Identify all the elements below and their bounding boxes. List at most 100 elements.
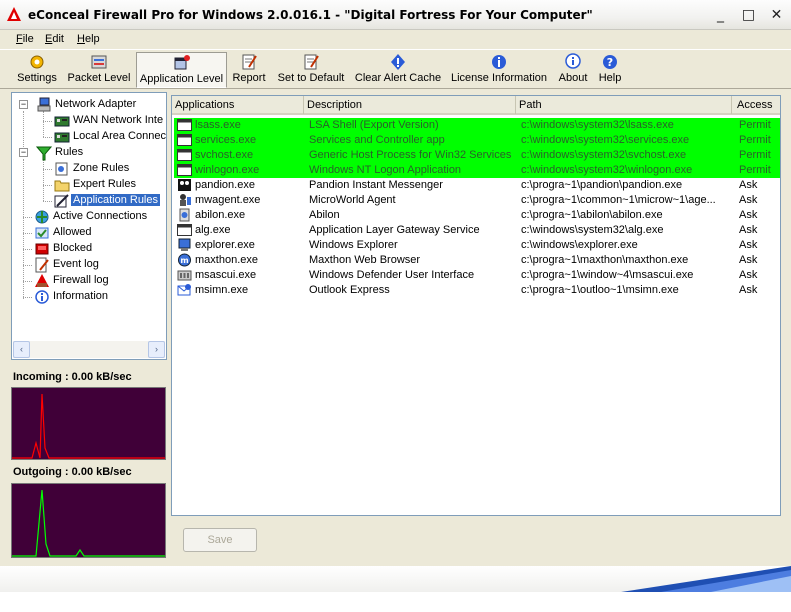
cell-description: Windows Explorer <box>309 239 398 251</box>
menu-file-accel: F <box>16 33 23 45</box>
cell-path: c:\progra~1\abilon\abilon.exe <box>521 209 663 221</box>
cell-path: c:\windows\explorer.exe <box>521 239 638 251</box>
application-level-button[interactable]: Application Level <box>136 52 227 88</box>
cell-path: c:\windows\system32\alg.exe <box>521 224 664 236</box>
list-header: Applications Description Path Access <box>172 96 780 115</box>
app-window-icon <box>177 119 192 131</box>
cell-description: Outlook Express <box>309 284 390 296</box>
outgoing-traffic-graph <box>11 483 166 558</box>
network-card-icon <box>54 132 70 143</box>
tree-firewall-log-label: Firewall log <box>53 274 109 286</box>
table-row[interactable]: services.exe Services and Controller app… <box>174 133 780 148</box>
table-row[interactable]: svchost.exe Generic Host Process for Win… <box>174 148 780 163</box>
table-row[interactable]: msimn.exe Outlook Express c:\progra~1\ou… <box>174 283 780 298</box>
cell-access: Ask <box>739 284 758 296</box>
scroll-left-button[interactable]: ‹ <box>13 341 30 358</box>
outgoing-rate-label: Outgoing : 0.00 kB/sec <box>13 466 132 478</box>
cell-access: Ask <box>739 209 758 221</box>
about-icon <box>565 53 581 69</box>
outgoing-graph-plot <box>12 489 165 557</box>
table-row[interactable]: m maxthon.exe Maxthon Web Browser c:\pro… <box>174 253 780 268</box>
header-description[interactable]: Description <box>304 96 516 114</box>
folder-icon <box>54 180 70 192</box>
incoming-rate-label: Incoming : 0.00 kB/sec <box>13 371 132 383</box>
cell-path: c:\windows\system32\svchost.exe <box>521 149 687 161</box>
settings-label: Settings <box>17 72 57 84</box>
about-button[interactable]: About <box>555 52 591 88</box>
scroll-right-button[interactable]: › <box>148 341 165 358</box>
cell-path: c:\progra~1\window~4\msascui.exe <box>521 269 694 281</box>
menu-file-rest: ile <box>22 33 34 45</box>
maximize-button[interactable]: □ <box>738 5 759 26</box>
cell-access: Ask <box>739 269 758 281</box>
cell-access: Permit <box>739 164 771 176</box>
cell-path: c:\progra~1\outloo~1\msimn.exe <box>521 284 679 296</box>
title-bar[interactable]: eConceal Firewall Pro for Windows 2.0.01… <box>0 0 791 30</box>
header-applications[interactable]: Applications <box>172 96 304 114</box>
menu-file[interactable]: File <box>16 33 34 45</box>
cell-access: Ask <box>739 194 758 206</box>
table-row[interactable]: pandion.exe Pandion Instant Messenger c:… <box>174 178 780 193</box>
table-row[interactable]: msascui.exe Windows Defender User Interf… <box>174 268 780 283</box>
table-row[interactable]: alg.exe Application Layer Gateway Servic… <box>174 223 780 238</box>
cell-access: Ask <box>739 254 758 266</box>
menu-help[interactable]: Help <box>77 33 100 45</box>
network-adapter-expander[interactable]: − <box>19 100 28 109</box>
status-bar <box>0 566 791 612</box>
cell-path: c:\progra~1\pandion\pandion.exe <box>521 179 683 191</box>
header-access[interactable]: Access <box>732 96 780 114</box>
app-window-icon <box>177 224 192 236</box>
cell-description: Maxthon Web Browser <box>309 254 421 266</box>
minimize-button[interactable]: _ <box>710 5 731 26</box>
app-window-icon <box>177 134 192 146</box>
navigation-tree[interactable]: − Network Adapter WAN Network Inte Local… <box>11 92 167 360</box>
rules-expander[interactable]: − <box>19 148 28 157</box>
tree-information-label: Information <box>53 290 109 302</box>
tree-active-connections-label: Active Connections <box>53 210 148 222</box>
cell-path: c:\windows\system32\services.exe <box>521 134 690 146</box>
application-level-label: Application Level <box>139 73 224 85</box>
settings-button[interactable]: Settings <box>10 52 64 88</box>
help-icon: ? <box>603 55 617 69</box>
table-row[interactable]: abilon.exe Abilon c:\progra~1\abilon\abi… <box>174 208 780 223</box>
packet-level-icon <box>91 55 107 69</box>
clear-alert-cache-button[interactable]: Clear Alert Cache <box>353 52 443 88</box>
tree-blocked-label: Blocked <box>53 242 93 254</box>
allowed-icon <box>35 227 49 239</box>
menu-edit[interactable]: Edit <box>45 33 64 45</box>
maxthon-icon: m <box>178 253 191 267</box>
report-button[interactable]: Report <box>229 52 269 88</box>
event-log-icon <box>35 257 49 273</box>
cell-description: Generic Host Process for Win32 Services <box>309 149 512 161</box>
mwagent-icon <box>180 194 191 206</box>
help-button[interactable]: ? Help <box>596 52 624 88</box>
report-icon <box>242 54 257 70</box>
packet-level-button[interactable]: Packet Level <box>64 52 134 88</box>
firewall-window: eConceal Firewall Pro for Windows 2.0.01… <box>0 0 791 612</box>
cell-access: Permit <box>739 149 771 161</box>
close-button[interactable]: ✕ <box>766 5 787 26</box>
window-title: eConceal Firewall Pro for Windows 2.0.01… <box>28 8 593 22</box>
save-button[interactable]: Save <box>183 528 257 552</box>
set-to-default-label: Set to Default <box>277 72 345 84</box>
set-to-default-button[interactable]: Set to Default <box>273 52 349 88</box>
settings-icon <box>30 55 44 69</box>
license-information-button[interactable]: License Information <box>449 52 549 88</box>
table-row[interactable]: winlogon.exe Windows NT Logon Applicatio… <box>174 163 780 178</box>
blocked-icon <box>35 243 49 255</box>
header-path[interactable]: Path <box>516 96 732 114</box>
table-row[interactable]: explorer.exe Windows Explorer c:\windows… <box>174 238 780 253</box>
application-rules-list[interactable]: Applications Description Path Access lsa… <box>171 95 781 516</box>
zone-rules-icon <box>55 162 68 176</box>
incoming-traffic-graph <box>11 387 166 460</box>
tree-lan-label: Local Area Connec <box>73 130 166 142</box>
cell-application: winlogon.exe <box>195 164 260 176</box>
table-row[interactable]: mwagent.exe MicroWorld Agent c:\progra~1… <box>174 193 780 208</box>
table-row[interactable]: lsass.exe LSA Shell (Export Version) c:\… <box>174 118 780 133</box>
tree-rules-label: Rules <box>55 146 84 158</box>
license-icon <box>492 55 506 69</box>
tree-expert-rules-label: Expert Rules <box>73 178 136 190</box>
cell-description: Pandion Instant Messenger <box>309 179 443 191</box>
tree-horizontal-scrollbar[interactable]: ‹ › <box>13 341 165 358</box>
cell-description: LSA Shell (Export Version) <box>309 119 439 131</box>
